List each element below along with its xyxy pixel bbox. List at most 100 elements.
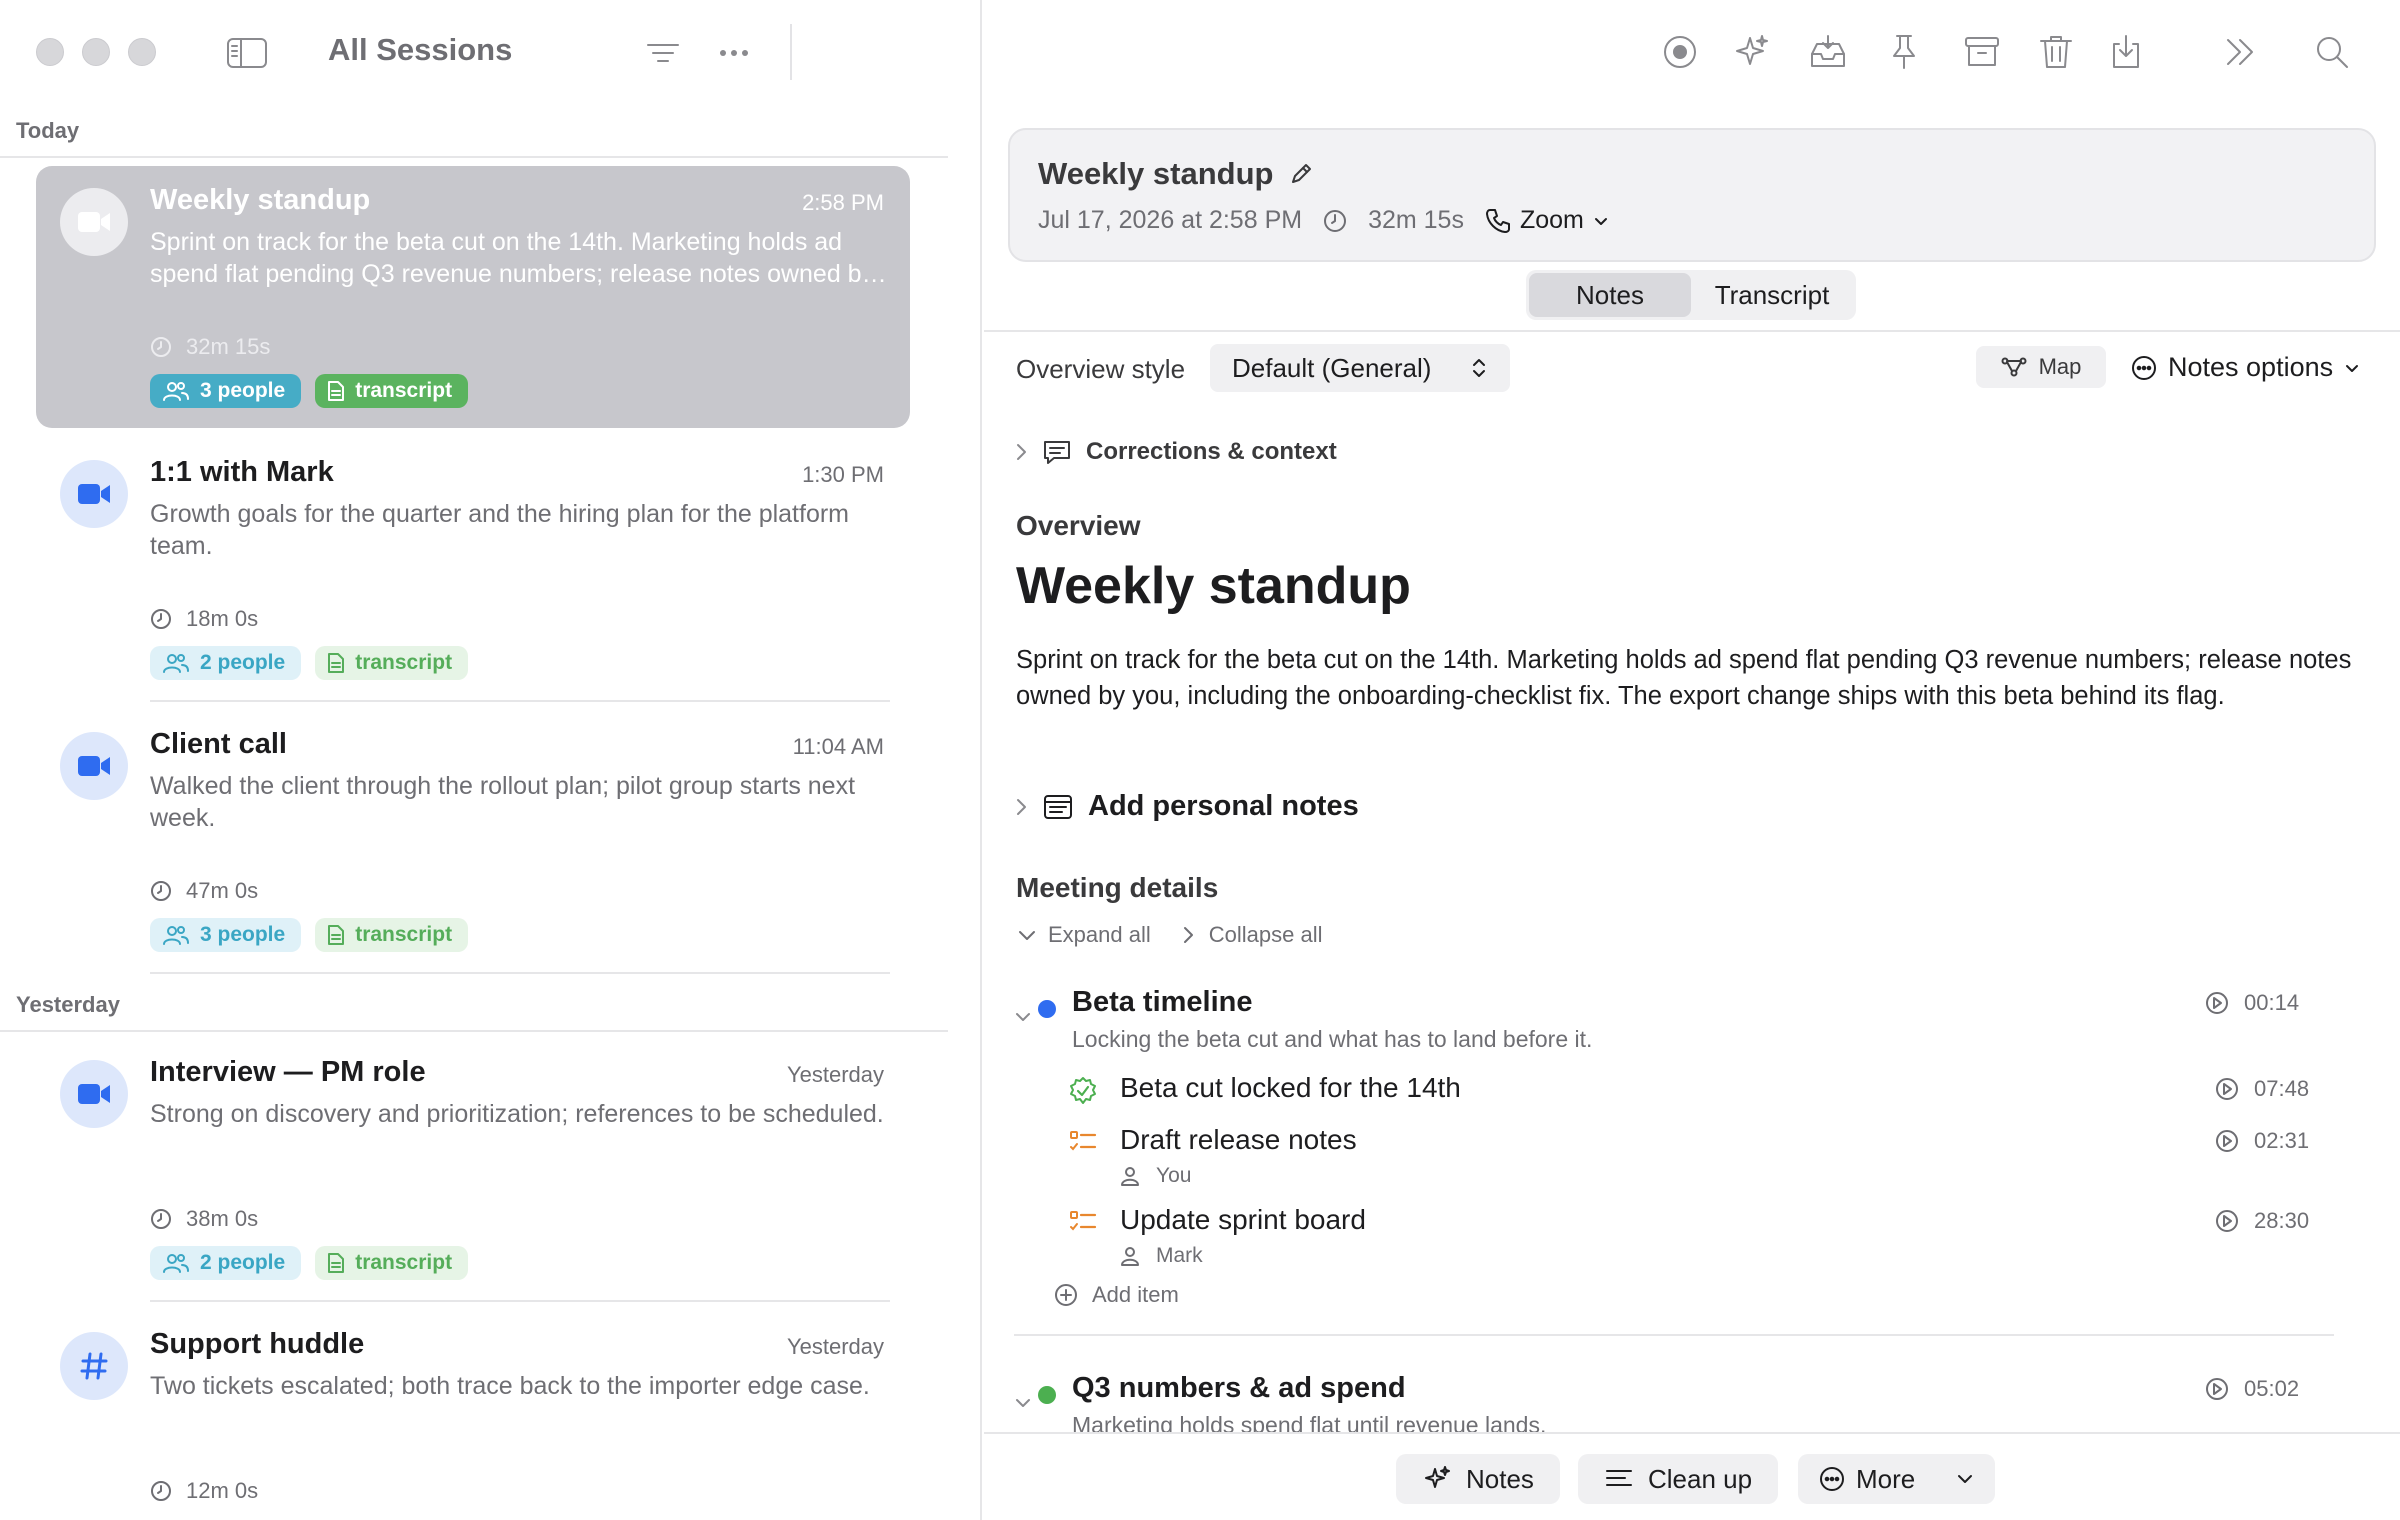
clean-up-button[interactable]: Clean up — [1578, 1454, 1779, 1504]
record-icon[interactable] — [1660, 32, 1700, 72]
people-tag[interactable]: 2 people — [150, 1246, 302, 1280]
sparkle-icon[interactable] — [1732, 32, 1772, 72]
video-icon — [60, 1060, 128, 1128]
item-timestamp[interactable]: 28:30 — [2214, 1208, 2309, 1234]
session-title: Support huddle — [150, 1328, 365, 1360]
more-options-icon[interactable] — [716, 38, 752, 68]
session-summary: Sprint on track for the beta cut on the … — [150, 228, 875, 288]
session-item-weekly-standup[interactable]: Weekly standup 2:58 PM Sprint on track f… — [36, 166, 910, 428]
transcript-tag[interactable]: transcript — [315, 1246, 469, 1280]
item-owner: You — [1120, 1164, 1191, 1188]
add-item-button[interactable]: Add item — [1054, 1282, 1179, 1308]
chevron-down-icon[interactable] — [1955, 1469, 1975, 1489]
overview-body: Sprint on track for the beta cut on the … — [1016, 646, 2352, 710]
chevron-down-icon[interactable] — [1014, 1394, 1032, 1412]
more-button[interactable]: More — [1798, 1454, 1996, 1504]
video-icon — [60, 188, 128, 256]
platform-label: Zoom — [1519, 206, 1584, 234]
tab-notes[interactable]: Notes — [1529, 273, 1691, 317]
header-title-text: Weekly standup — [1038, 156, 1274, 191]
topic-q3-numbers-ad-spend[interactable]: Q3 numbers & ad spend Marketing holds sp… — [1014, 1370, 2354, 1432]
topic-beta-timeline[interactable]: Beta timeline Locking the beta cut and w… — [1014, 984, 2354, 1054]
check-badge-icon — [1070, 1077, 1096, 1104]
platform-dropdown[interactable]: Zoom — [1484, 206, 1610, 235]
people-icon — [163, 654, 189, 673]
transcript-tag[interactable]: transcript — [315, 918, 469, 952]
sessions-sidebar: All Sessions Today Weekly standup 2:58 P… — [0, 0, 982, 1520]
sidebar-title: All Sessions — [328, 32, 513, 67]
collapse-all-button[interactable]: Collapse all — [1209, 922, 1323, 948]
chevron-down-icon[interactable] — [1014, 1008, 1032, 1026]
text-lines-icon — [1606, 1470, 1632, 1486]
inbox-download-icon[interactable] — [1808, 32, 1848, 72]
topic-timestamp[interactable]: 05:02 — [2204, 1376, 2299, 1402]
transcript-tag[interactable]: transcript — [315, 646, 469, 680]
add-personal-notes-toggle[interactable]: Add personal notes — [1014, 790, 1359, 823]
overview-style-select[interactable]: Default (General) — [1210, 344, 1510, 392]
download-icon[interactable] — [2106, 32, 2146, 72]
clock-icon — [151, 609, 171, 629]
session-header-card: Weekly standup Jul 17, 2026 at 2:58 PM 3… — [1008, 128, 2376, 262]
session-summary: Growth goals for the quarter and the hir… — [150, 500, 849, 560]
sparkle-icon — [1425, 1466, 1450, 1488]
close-window-button[interactable] — [36, 38, 64, 66]
topic-subtitle: Locking the beta cut and what has to lan… — [1072, 1026, 1593, 1052]
transcript-tag-label: transcript — [355, 1251, 453, 1274]
sidebar-toggle-icon[interactable] — [226, 36, 268, 70]
people-tag[interactable]: 2 people — [150, 646, 302, 680]
filter-icon[interactable] — [645, 38, 681, 68]
ai-notes-button[interactable]: Notes — [1396, 1454, 1560, 1504]
session-divider — [150, 700, 890, 702]
session-item-1-1-with-mark[interactable]: 1:1 with Mark 1:30 PM Growth goals for t… — [36, 438, 910, 702]
comment-icon — [1044, 441, 1070, 464]
people-tag-label: 3 people — [200, 923, 286, 946]
updown-chevron-icon — [1473, 359, 1485, 377]
trash-icon[interactable] — [2036, 32, 2076, 72]
transcript-tag[interactable]: transcript — [315, 374, 469, 408]
clock-icon — [151, 337, 171, 357]
pin-icon[interactable] — [1884, 32, 1924, 72]
window-controls — [36, 38, 156, 66]
section-header-today: Today — [16, 118, 80, 143]
session-item-interview-pm-role[interactable]: Interview — PM role Yesterday Strong on … — [36, 1038, 910, 1302]
session-item-support-huddle[interactable]: Support huddle Yesterday Two tickets esc… — [36, 1310, 910, 1520]
document-icon — [328, 653, 345, 673]
session-item-client-call[interactable]: Client call 11:04 AM Walked the client t… — [36, 710, 910, 974]
notepad-icon — [1044, 794, 1072, 819]
tab-transcript[interactable]: Transcript — [1691, 273, 1853, 317]
chevron-right-icon — [1017, 444, 1026, 460]
corrections-context-toggle[interactable]: Corrections & context — [1014, 438, 1337, 466]
topic-title: Q3 numbers & ad spend — [1072, 1372, 1406, 1404]
topic-timestamp[interactable]: 00:14 — [2204, 990, 2299, 1016]
minimize-window-button[interactable] — [82, 38, 110, 66]
notes-title: Weekly standup — [1016, 557, 1411, 615]
map-button[interactable]: Map — [1976, 346, 2106, 388]
item-title: Beta cut locked for the 14th — [1120, 1072, 1461, 1103]
item-timestamp[interactable]: 02:31 — [2214, 1128, 2309, 1154]
pencil-icon[interactable] — [1289, 162, 1313, 186]
double-chevron-right-icon[interactable] — [2220, 32, 2260, 72]
expand-all-button[interactable]: Expand all — [1048, 922, 1151, 948]
expand-collapse-controls: Expand all Collapse all — [1016, 922, 1322, 948]
item-timestamp-text: 02:31 — [2254, 1128, 2310, 1153]
session-duration: 47m 0s — [150, 878, 258, 904]
archive-icon[interactable] — [1962, 32, 2002, 72]
session-title: Interview — PM role — [150, 1056, 426, 1088]
session-time: Yesterday — [786, 1334, 884, 1359]
item-timestamp[interactable]: 07:48 — [2214, 1076, 2309, 1102]
bottom-action-bar: Notes Clean up More — [984, 1434, 2400, 1520]
session-tags: 2 people transcript — [150, 646, 469, 680]
document-icon — [328, 925, 345, 945]
session-header-title[interactable]: Weekly standup — [1038, 156, 1313, 192]
clock-icon — [151, 1209, 171, 1229]
zoom-window-button[interactable] — [128, 38, 156, 66]
clock-icon — [1324, 209, 1347, 232]
clean-up-button-label: Clean up — [1648, 1463, 1753, 1494]
people-tag[interactable]: 3 people — [150, 374, 302, 408]
topic-title: Beta timeline — [1072, 986, 1253, 1018]
people-tag[interactable]: 3 people — [150, 918, 302, 952]
search-icon[interactable] — [2312, 32, 2352, 72]
people-tag-label: 2 people — [200, 1251, 286, 1274]
notes-options-menu[interactable]: Notes options — [2130, 352, 2361, 383]
phone-icon — [1485, 208, 1510, 233]
